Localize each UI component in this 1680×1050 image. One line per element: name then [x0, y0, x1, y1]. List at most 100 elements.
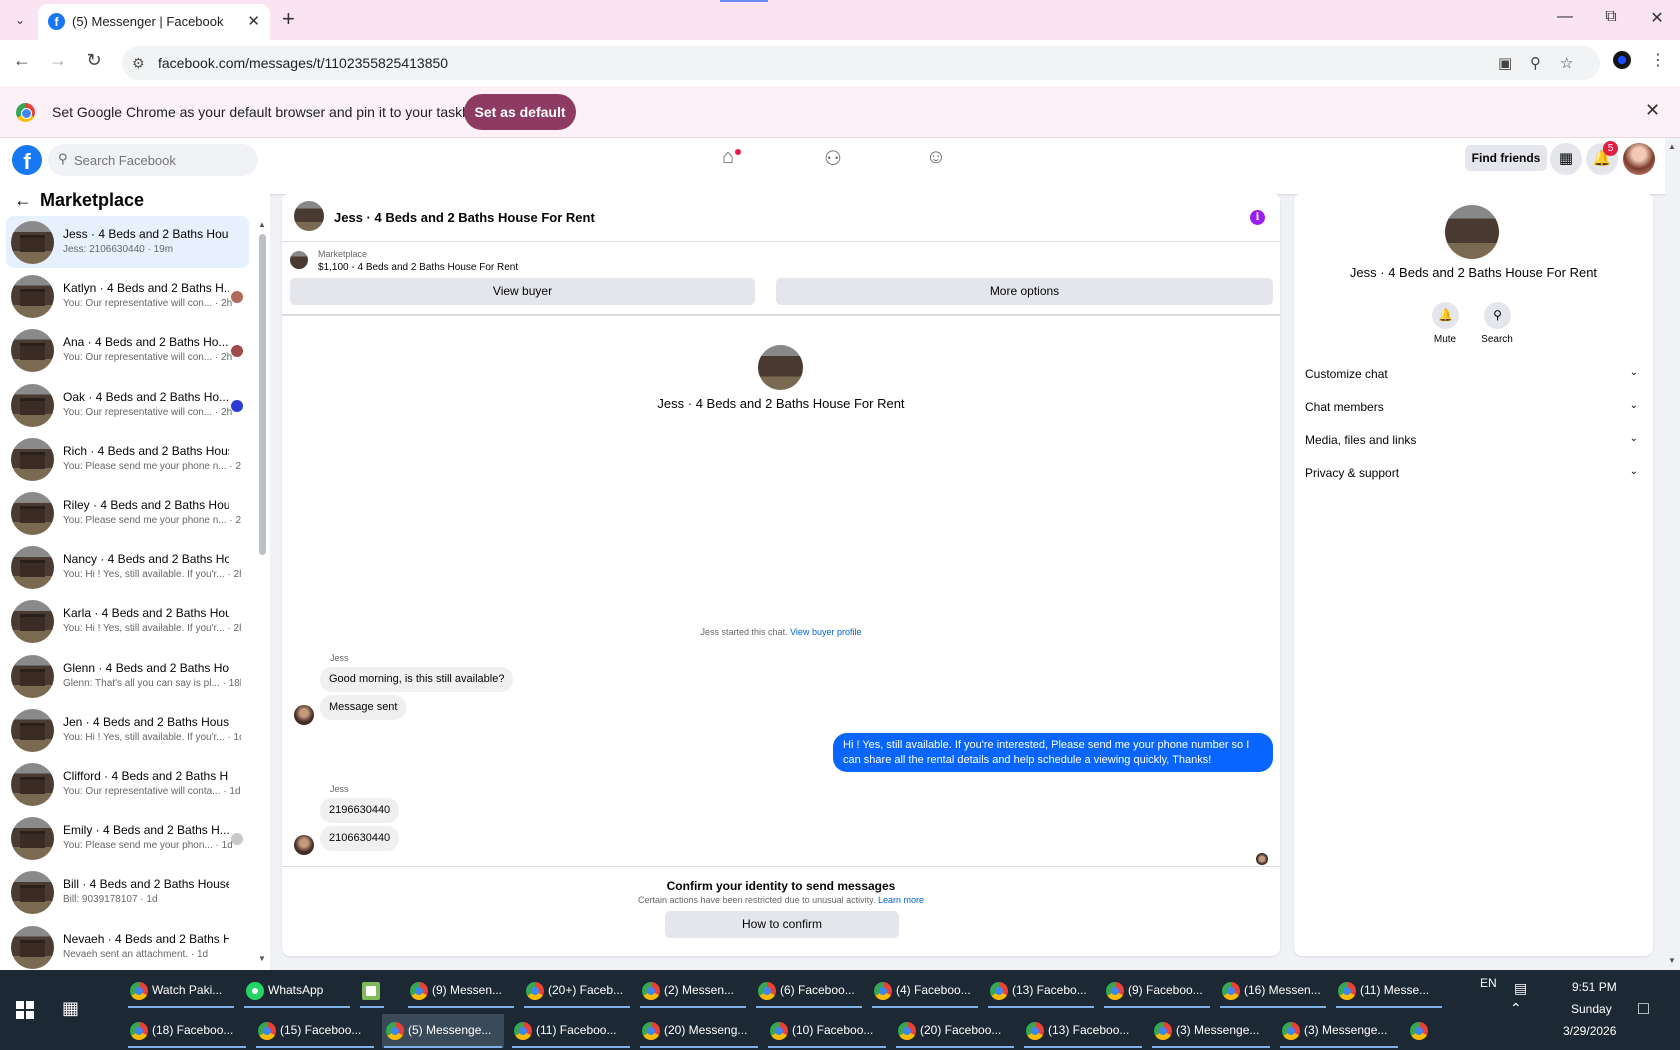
sidebar-scroll-down-icon[interactable]: ▼ [258, 954, 266, 963]
incoming-message[interactable]: Good morning, is this still available? [320, 667, 514, 692]
sender-avatar[interactable] [294, 705, 314, 725]
minimize-icon[interactable]: — [1550, 8, 1580, 26]
conversation-item[interactable]: Riley · 4 Beds and 2 Baths Hous... You: P… [6, 487, 249, 539]
view-buyer-profile-link[interactable]: View buyer profile [790, 627, 861, 637]
bookmark-star-icon[interactable]: ☆ [1560, 54, 1573, 72]
more-options-button[interactable]: More options [776, 278, 1273, 305]
taskbar-window-item[interactable]: (3) Messenge... [1278, 1014, 1400, 1048]
listing-title[interactable]: $1,100 - 4 Beds and 2 Baths House For Re… [318, 262, 518, 273]
facebook-search[interactable]: ⚲ [48, 144, 258, 176]
tab-search-chevron-icon[interactable]: ⌄ [10, 10, 30, 30]
conversation-item[interactable]: Ana · 4 Beds and 2 Baths Ho... You: Our r… [6, 324, 249, 376]
conversation-item[interactable]: Katlyn · 4 Beds and 2 Baths H... You: Our… [6, 270, 249, 322]
taskbar-window-item[interactable]: (20+) Faceb... [522, 974, 632, 1008]
taskbar-window-item[interactable]: (18) Faceboo... [126, 1014, 248, 1048]
windows-start-icon[interactable] [16, 1001, 34, 1019]
back-arrow-icon[interactable]: ← [14, 190, 32, 210]
incoming-message[interactable]: 2196630440 [320, 798, 400, 823]
friends-icon[interactable]: ⚇ [818, 146, 848, 176]
incoming-message[interactable]: Message sent [320, 695, 407, 720]
conversation-item[interactable]: Karla · 4 Beds and 2 Baths Hous... You: H… [6, 595, 249, 647]
tray-chevron-up-icon[interactable]: ⌃ [1510, 1000, 1522, 1017]
conversation-item[interactable]: Nevaeh · 4 Beds and 2 Baths H... Nevaeh s… [6, 921, 249, 973]
media-files-links-row[interactable]: Media, files and links ⌄ [1305, 433, 1638, 453]
page-scrollbar[interactable]: ▲ ▼ [1665, 138, 1680, 970]
details-avatar[interactable] [1445, 205, 1499, 259]
conversation-item[interactable]: Glenn · 4 Beds and 2 Baths Hou... Glenn: … [6, 650, 249, 702]
taskbar-window-item[interactable] [358, 974, 400, 1008]
listing-thumbnail[interactable] [290, 251, 308, 269]
conversation-info-icon[interactable]: i [1250, 210, 1265, 225]
conversation-item[interactable]: Rich · 4 Beds and 2 Baths Hous... You: Pl… [6, 433, 249, 485]
tab-close-icon[interactable]: ✕ [247, 12, 260, 30]
zoom-icon[interactable]: ⚲ [1530, 54, 1541, 72]
how-to-confirm-button[interactable]: How to confirm [665, 911, 899, 938]
restore-icon[interactable]: ⧉ [1596, 8, 1626, 26]
taskbar-window-item[interactable]: (2) Messen... [638, 974, 748, 1008]
taskbar-window-item[interactable]: (4) Faceboo... [870, 974, 980, 1008]
taskbar-window-item[interactable]: WhatsApp [242, 974, 352, 1008]
taskbar-window-item[interactable]: (20) Messeng... [638, 1014, 760, 1048]
outgoing-message[interactable]: Hi ! Yes, still available. If you're int… [833, 733, 1273, 772]
language-indicator[interactable]: EN [1480, 976, 1497, 990]
taskbar-window-item[interactable]: (9) Faceboo... [1102, 974, 1212, 1008]
conversation-item[interactable]: Bill · 4 Beds and 2 Baths House ... Bill:… [6, 866, 249, 918]
sidebar-scrollbar-thumb[interactable] [259, 234, 266, 555]
network-icon[interactable]: ▤ [1514, 980, 1527, 997]
page-scroll-up-icon[interactable]: ▲ [1668, 142, 1676, 151]
page-scroll-down-icon[interactable]: ▼ [1668, 956, 1676, 965]
action-center-icon[interactable]: □ [1638, 998, 1649, 1019]
conversation-item[interactable]: Nancy · 4 Beds and 2 Baths Ho... You: Hi … [6, 541, 249, 593]
groups-icon[interactable]: ☺ [921, 146, 951, 176]
account-avatar[interactable] [1623, 143, 1655, 175]
view-buyer-button[interactable]: View buyer [290, 278, 755, 305]
window-close-icon[interactable]: ✕ [1642, 8, 1672, 28]
taskbar-window-item[interactable]: (5) Messenge... [382, 1014, 504, 1048]
chat-members-row[interactable]: Chat members ⌄ [1305, 400, 1638, 420]
taskbar-window-item[interactable]: (13) Faceboo... [1022, 1014, 1144, 1048]
conversation-item[interactable]: Clifford · 4 Beds and 2 Baths H... You: O… [6, 758, 249, 810]
conversation-item[interactable]: Jess · 4 Beds and 2 Baths House... Jess: … [6, 216, 249, 268]
sidebar-scroll-up-icon[interactable]: ▲ [258, 220, 266, 229]
menu-grid-icon[interactable]: ▦ [1550, 143, 1582, 175]
sender-avatar[interactable] [294, 835, 314, 855]
forward-arrow-icon[interactable]: → [46, 50, 70, 71]
url-text[interactable]: facebook.com/messages/t/1102355825413850 [158, 55, 448, 71]
reload-icon[interactable]: ↻ [82, 50, 106, 71]
set-default-button[interactable]: Set as default [464, 94, 576, 130]
conversation-item[interactable]: Emily · 4 Beds and 2 Baths H... You: Plea… [6, 812, 249, 864]
address-bar[interactable]: ⚙ facebook.com/messages/t/11023558254138… [122, 46, 1600, 80]
taskbar-window-item[interactable]: (20) Faceboo... [894, 1014, 1016, 1048]
learn-more-link[interactable]: Learn more [878, 895, 924, 905]
incoming-message[interactable]: 2106630440 [320, 826, 400, 851]
chrome-profile-icon[interactable] [1613, 51, 1631, 69]
conversation-item[interactable]: Jen · 4 Beds and 2 Baths House ... You: H… [6, 704, 249, 756]
site-info-icon[interactable]: ⚙ [132, 55, 145, 72]
chat-avatar[interactable] [294, 201, 324, 231]
taskbar-window-item[interactable]: (11) Messe... [1334, 974, 1444, 1008]
conversation-item[interactable]: Oak · 4 Beds and 2 Baths Ho... You: Our r… [6, 379, 249, 431]
taskbar-window-item[interactable]: (3) Messenge... [1150, 1014, 1272, 1048]
browser-tab-active[interactable]: f (5) Messenger | Facebook ✕ [38, 4, 270, 40]
taskbar-window-item[interactable]: Watch Paki... [126, 974, 236, 1008]
mute-bell-icon[interactable]: 🔔 [1432, 302, 1459, 329]
chat-title[interactable]: Jess · 4 Beds and 2 Baths House For Rent [334, 210, 595, 225]
taskbar-chrome-pinned[interactable] [1406, 1014, 1436, 1048]
privacy-support-row[interactable]: Privacy & support ⌄ [1305, 466, 1638, 486]
clock-day[interactable]: Sunday [1571, 1002, 1612, 1016]
taskbar-window-item[interactable]: (15) Faceboo... [254, 1014, 376, 1048]
clock-date[interactable]: 3/29/2026 [1563, 1024, 1616, 1038]
clock-time[interactable]: 9:51 PM [1572, 980, 1617, 994]
task-view-icon[interactable]: ▦ [62, 998, 79, 1019]
taskbar-window-item[interactable]: (16) Messen... [1218, 974, 1328, 1008]
find-friends-button[interactable]: Find friends [1465, 145, 1547, 171]
new-tab-plus-icon[interactable]: + [282, 6, 295, 32]
customize-chat-row[interactable]: Customize chat ⌄ [1305, 367, 1638, 387]
install-app-icon[interactable]: ▣ [1498, 54, 1512, 72]
taskbar-window-item[interactable]: (11) Faceboo... [510, 1014, 632, 1048]
search-input[interactable] [74, 150, 250, 170]
facebook-logo-icon[interactable]: f [12, 145, 42, 175]
chrome-menu-icon[interactable]: ⋮ [1650, 50, 1666, 70]
taskbar-window-item[interactable]: (6) Faceboo... [754, 974, 864, 1008]
taskbar-window-item[interactable]: (9) Messen... [406, 974, 516, 1008]
